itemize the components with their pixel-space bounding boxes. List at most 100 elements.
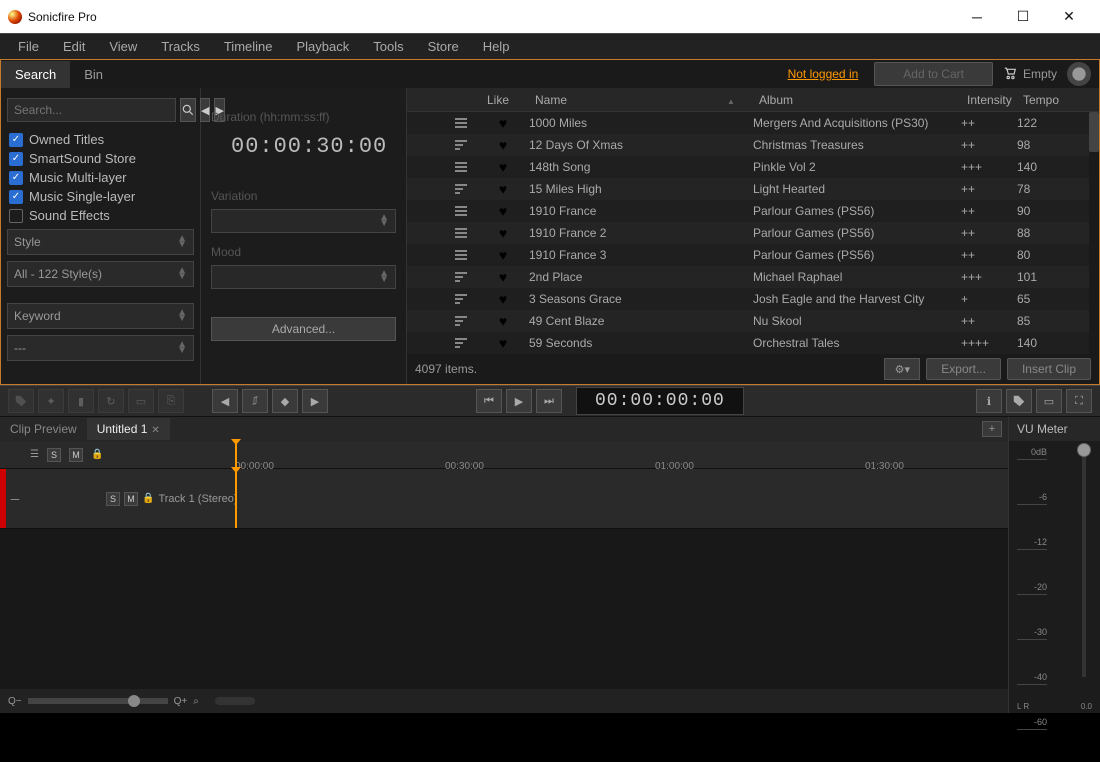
search-button[interactable] [180, 98, 196, 122]
checkbox-icon[interactable]: ✓ [9, 152, 23, 166]
checkbox-icon[interactable] [9, 209, 23, 223]
table-row[interactable]: ♥ 1910 France Parlour Games (PS56) ++ 90 [407, 200, 1099, 222]
menu-playback[interactable]: Playback [285, 36, 362, 57]
add-to-cart-button[interactable]: Add to Cart [874, 62, 993, 86]
login-link[interactable]: Not logged in [788, 67, 859, 81]
filter-row[interactable]: ✓Music Multi-layer [9, 170, 192, 185]
table-row[interactable]: ♥ 59 Seconds Orchestral Tales ++++ 140 [407, 332, 1099, 354]
export-button[interactable]: Export... [926, 358, 1001, 380]
menu-view[interactable]: View [97, 36, 149, 57]
step-fwd-button[interactable]: ▶ [302, 389, 328, 413]
solo-all-button[interactable]: S [47, 448, 61, 462]
table-row[interactable]: ♥ 3 Seasons Grace Josh Eagle and the Har… [407, 288, 1099, 310]
screen-button[interactable]: ▭ [1036, 389, 1062, 413]
advanced-button[interactable]: Advanced... [211, 317, 396, 341]
filter-row[interactable]: ✓Owned Titles [9, 132, 192, 147]
zoom-slider[interactable] [28, 698, 168, 704]
close-button[interactable]: ✕ [1046, 0, 1092, 33]
filter-row[interactable]: ✓SmartSound Store [9, 151, 192, 166]
results-scrollbar[interactable] [1089, 112, 1099, 354]
track-mute-button[interactable]: M [124, 492, 138, 506]
rewind-button[interactable]: ⏮ [476, 389, 502, 413]
heart-icon[interactable]: ♥ [499, 225, 507, 241]
maximize-button[interactable]: ☐ [1000, 0, 1046, 33]
menu-file[interactable]: File [6, 36, 51, 57]
search-input[interactable] [7, 98, 176, 122]
heart-icon[interactable]: ♥ [499, 181, 507, 197]
mute-all-button[interactable]: M [69, 448, 83, 462]
menu-tools[interactable]: Tools [361, 36, 415, 57]
zoom-out-icon[interactable]: Q− [8, 696, 22, 707]
checkbox-icon[interactable]: ✓ [9, 190, 23, 204]
tab-untitled[interactable]: Untitled 1✕ [87, 418, 170, 440]
col-intensity[interactable]: Intensity [967, 93, 1023, 107]
menu-store[interactable]: Store [416, 36, 471, 57]
tab-clip-preview[interactable]: Clip Preview [0, 418, 87, 440]
table-row[interactable]: ♥ 49 Cent Blaze Nu Skool ++ 85 [407, 310, 1099, 332]
heart-icon[interactable]: ♥ [499, 313, 507, 329]
ffwd-button[interactable]: ⏭ [536, 389, 562, 413]
table-row[interactable]: ♥ 1910 France 2 Parlour Games (PS56) ++ … [407, 222, 1099, 244]
step-back-button[interactable]: ◀ [212, 389, 238, 413]
filter-row[interactable]: Sound Effects [9, 208, 192, 223]
menu-help[interactable]: Help [471, 36, 522, 57]
variation-select[interactable]: ▲▼ [211, 209, 396, 233]
style-all-select[interactable]: All - 122 Style(s)▲▼ [7, 261, 194, 287]
menu-timeline[interactable]: Timeline [212, 36, 285, 57]
table-row[interactable]: ♥ 1000 Miles Mergers And Acquisitions (P… [407, 112, 1099, 134]
heart-icon[interactable]: ♥ [499, 335, 507, 351]
checkbox-icon[interactable]: ✓ [9, 171, 23, 185]
expand-button[interactable]: ⛶ [1066, 389, 1092, 413]
table-row[interactable]: ♥ 2nd Place Michael Raphael +++ 101 [407, 266, 1099, 288]
marker-button[interactable]: ▮ [68, 389, 94, 413]
record-button[interactable]: ▭ [128, 389, 154, 413]
info-button[interactable]: ℹ [976, 389, 1002, 413]
col-name[interactable]: Name▲ [531, 93, 759, 107]
table-row[interactable]: ♥ 15 Miles High Light Hearted ++ 78 [407, 178, 1099, 200]
heart-icon[interactable]: ♥ [499, 269, 507, 285]
heart-icon[interactable]: ♥ [499, 247, 507, 263]
checkbox-icon[interactable]: ✓ [9, 133, 23, 147]
menu-tracks[interactable]: Tracks [149, 36, 212, 57]
zoom-fit-icon[interactable]: ⌕ [193, 696, 199, 707]
layers-icon[interactable]: ☰ [30, 449, 39, 460]
table-row[interactable]: ♥ 12 Days Of Xmas Christmas Treasures ++… [407, 134, 1099, 156]
close-tab-icon[interactable]: ✕ [151, 425, 159, 436]
menu-edit[interactable]: Edit [51, 36, 97, 57]
filter-row[interactable]: ✓Music Single-layer [9, 189, 192, 204]
heart-icon[interactable]: ♥ [499, 115, 507, 131]
table-row[interactable]: ♥ 148th Song Pinkle Vol 2 +++ 140 [407, 156, 1099, 178]
brand-logo[interactable] [1067, 62, 1091, 86]
duration-value[interactable]: 00:00:30:00 [231, 134, 396, 159]
zoom-in-icon[interactable]: Q+ [174, 696, 188, 707]
col-album[interactable]: Album [759, 93, 967, 107]
track-solo-button[interactable]: S [106, 492, 120, 506]
timeline-track-1[interactable]: ─ S M 🔒 Track 1 (Stereo) [0, 469, 1008, 529]
heart-icon[interactable]: ♥ [499, 137, 507, 153]
style-select[interactable]: Style▲▼ [7, 229, 194, 255]
cart-status[interactable]: Empty [1003, 67, 1057, 81]
link-button[interactable]: ⎘ [158, 389, 184, 413]
keyword-all-select[interactable]: ---▲▼ [7, 335, 194, 361]
playhead[interactable] [235, 441, 237, 468]
playhead-track[interactable] [235, 469, 237, 528]
table-row[interactable]: ♥ 1910 France 3 Parlour Games (PS56) ++ … [407, 244, 1099, 266]
add-tab-button[interactable]: + [982, 421, 1002, 437]
mood-select[interactable]: ▲▼ [211, 265, 396, 289]
heart-icon[interactable]: ♥ [499, 159, 507, 175]
heart-icon[interactable]: ♥ [499, 203, 507, 219]
play-button[interactable]: ▶ [506, 389, 532, 413]
track-lock-icon[interactable]: 🔒 [142, 493, 154, 504]
fav-button[interactable] [1006, 389, 1032, 413]
tab-bin[interactable]: Bin [70, 61, 117, 88]
col-tempo[interactable]: Tempo [1023, 93, 1077, 107]
mixer-button[interactable]: ⎎ [242, 389, 268, 413]
minimize-button[interactable]: ─ [954, 0, 1000, 33]
settings-button[interactable]: ⚙ ▾ [884, 358, 920, 380]
h-scroll[interactable] [215, 697, 255, 705]
keyword-select[interactable]: Keyword▲▼ [7, 303, 194, 329]
lock-icon[interactable]: 🔒 [91, 449, 103, 460]
heart-icon[interactable]: ♥ [499, 291, 507, 307]
tag-button[interactable] [8, 389, 34, 413]
tab-search[interactable]: Search [1, 61, 70, 88]
